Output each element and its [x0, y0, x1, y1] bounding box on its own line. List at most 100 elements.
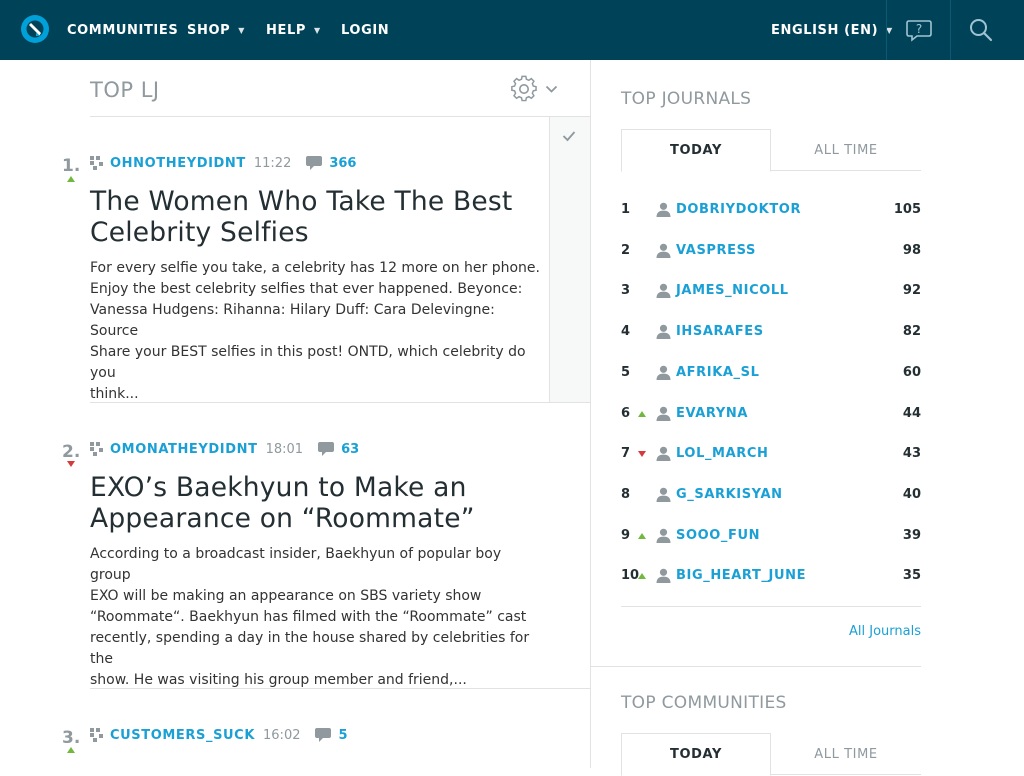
- post-author-link[interactable]: OHNOTHEYDIDNT: [110, 156, 246, 171]
- nav-shop-label: SHOP: [187, 22, 231, 38]
- journal-score: 82: [902, 324, 921, 339]
- headline-line: The Women Who Take The Best: [90, 186, 513, 217]
- svg-text:?: ?: [916, 22, 922, 36]
- journal-name-link[interactable]: AFRIKA_SL: [676, 365, 759, 380]
- language-selector[interactable]: ENGLISH (EN) ▼: [771, 0, 893, 60]
- journal-rank: 3: [621, 283, 631, 298]
- checkmark-icon[interactable]: [562, 130, 576, 142]
- journal-score: 92: [902, 283, 921, 298]
- nav-divider: [886, 0, 887, 60]
- journal-row: 7 LOL_MARCH 43: [621, 445, 921, 465]
- journal-row: 10 BIG_HEART_JUNE 35: [621, 567, 921, 587]
- post-action-rail[interactable]: [549, 117, 590, 402]
- journal-row: 6 EVARYNA 44: [621, 405, 921, 425]
- post-headline-link[interactable]: EXO’s Baekhyun to Make an Appearance on …: [90, 472, 540, 534]
- post-headline-link[interactable]: The Women Who Take The Best Celebrity Se…: [90, 186, 540, 248]
- headline-line: Celebrity Selfies: [90, 217, 309, 248]
- gear-icon[interactable]: [510, 75, 538, 103]
- journal-score: 35: [902, 568, 921, 583]
- user-icon: [656, 446, 671, 461]
- page-title: TOP LJ: [90, 78, 160, 102]
- trend-down-icon: [67, 461, 75, 467]
- community-icon: [90, 728, 103, 742]
- nav-help[interactable]: HELP ▼: [266, 0, 321, 60]
- trend-down-icon: [638, 451, 646, 457]
- excerpt-line: recently, spending a day in the house sh…: [90, 630, 530, 667]
- comment-count-link[interactable]: 366: [329, 156, 356, 171]
- journal-rank: 8: [621, 487, 631, 502]
- journal-rank: 7: [621, 446, 631, 461]
- post-author-link[interactable]: CUSTOMERS_SUCK: [110, 728, 255, 743]
- chevron-down-icon[interactable]: [545, 84, 558, 94]
- journal-score: 44: [902, 406, 921, 421]
- post-excerpt: For every selfie you take, a celebrity h…: [90, 258, 540, 405]
- post-meta: OMONATHEYDIDNT 18:01 63: [90, 441, 359, 457]
- journal-row: 4 IHSARAFES 82: [621, 323, 921, 343]
- post-time: 11:22: [253, 155, 292, 171]
- nav-shop[interactable]: SHOP ▼: [187, 0, 245, 60]
- nav-help-label: HELP: [266, 22, 306, 38]
- journal-row: 2 VASPRESS 98: [621, 242, 921, 262]
- journal-name-link[interactable]: JAMES_NICOLL: [676, 283, 789, 298]
- journal-rank: 2: [621, 243, 631, 258]
- journal-name-link[interactable]: VASPRESS: [676, 243, 756, 258]
- post-time: 18:01: [265, 441, 304, 457]
- post-time: 16:02: [263, 727, 301, 743]
- excerpt-line: Enjoy the best celebrity selfies that ev…: [90, 281, 523, 297]
- journal-name-link[interactable]: G_SARKISYAN: [676, 487, 783, 502]
- tab-all-time[interactable]: ALL TIME: [771, 129, 921, 171]
- nav-login-label: LOGIN: [341, 22, 390, 38]
- tab-all-time[interactable]: ALL TIME: [771, 733, 921, 775]
- journal-name-link[interactable]: DOBRIYDOKTOR: [676, 202, 801, 217]
- language-label: ENGLISH (EN): [771, 22, 879, 38]
- journal-row: 8 G_SARKISYAN 40: [621, 486, 921, 506]
- post-rank: 1.: [62, 156, 81, 176]
- journal-name-link[interactable]: EVARYNA: [676, 406, 748, 421]
- journal-score: 98: [902, 243, 921, 258]
- caret-down-icon: ▼: [238, 25, 245, 35]
- trend-up-icon: [67, 747, 75, 753]
- user-icon: [656, 324, 671, 339]
- journal-score: 60: [902, 365, 921, 380]
- headline-line: EXO’s Baekhyun to Make an: [90, 472, 467, 503]
- sidebar-section-divider: [591, 666, 921, 667]
- journal-score: 39: [902, 528, 921, 543]
- trend-up-icon: [67, 176, 75, 182]
- nav-communities[interactable]: COMMUNITIES: [67, 0, 178, 60]
- nav-login[interactable]: LOGIN: [341, 0, 389, 60]
- community-icon: [90, 156, 103, 170]
- journal-name-link[interactable]: SOOO_FUN: [676, 528, 760, 543]
- journal-row: 1 DOBRIYDOKTOR 105: [621, 201, 921, 221]
- tab-today[interactable]: TODAY: [621, 129, 771, 172]
- caret-down-icon: ▼: [313, 25, 321, 35]
- excerpt-line: Share your BEST selfies in this post! ON…: [90, 344, 526, 381]
- user-icon: [656, 406, 671, 421]
- journal-name-link[interactable]: BIG_HEART_JUNE: [676, 568, 806, 583]
- journal-score: 40: [902, 487, 921, 502]
- comment-count-link[interactable]: 5: [338, 728, 347, 743]
- comment-count-link[interactable]: 63: [341, 442, 359, 457]
- journal-rank: 9: [621, 528, 631, 543]
- comment-bubble-icon: [306, 156, 323, 170]
- nav-communities-label: COMMUNITIES: [67, 22, 179, 38]
- post-divider: [90, 402, 590, 403]
- journal-name-link[interactable]: IHSARAFES: [676, 324, 764, 339]
- journals-tabs: TODAY ALL TIME: [621, 129, 921, 172]
- livejournal-logo-icon[interactable]: [20, 14, 50, 44]
- post-meta: OHNOTHEYDIDNT 11:22 366: [90, 155, 356, 171]
- comment-bubble-icon: [315, 728, 332, 742]
- all-journals-link[interactable]: All Journals: [849, 624, 921, 639]
- title-divider: [90, 116, 590, 117]
- search-icon[interactable]: [968, 17, 994, 43]
- journal-rank: 10: [621, 568, 640, 583]
- user-icon: [656, 487, 671, 502]
- help-question-icon[interactable]: ?: [906, 17, 932, 43]
- journal-name-link[interactable]: LOL_MARCH: [676, 446, 768, 461]
- post-author-link[interactable]: OMONATHEYDIDNT: [110, 442, 258, 457]
- post-rank: 2.: [62, 442, 81, 462]
- communities-tabs: TODAY ALL TIME: [621, 733, 921, 776]
- post-rank: 3.: [62, 728, 81, 748]
- tab-today[interactable]: TODAY: [621, 733, 771, 776]
- journal-rank: 1: [621, 202, 631, 217]
- excerpt-line: For every selfie you take, a celebrity h…: [90, 260, 540, 276]
